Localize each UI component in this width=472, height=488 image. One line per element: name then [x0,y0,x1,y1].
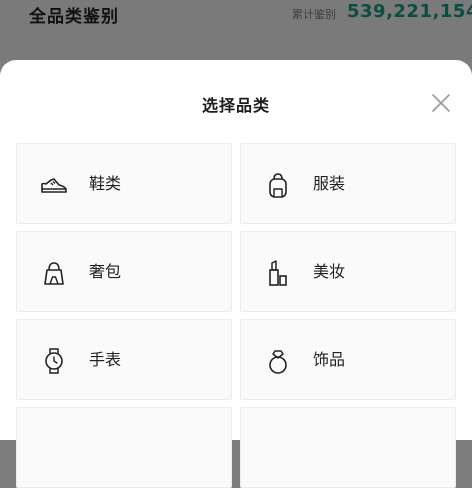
counter-value: 539,221,154 [347,1,472,22]
category-label: 饰品 [313,350,346,369]
category-label: 奢包 [89,262,122,281]
close-button[interactable] [429,91,453,115]
category-card[interactable] [240,407,456,488]
category-card-watches[interactable]: 手表 [16,319,232,400]
category-label: 服装 [313,174,346,193]
category-card-shoes[interactable]: 鞋类 [16,143,232,224]
watch-icon [45,348,63,374]
category-label: 美妆 [313,262,346,281]
category-label: 鞋类 [89,174,122,193]
lipstick-icon [269,260,287,286]
counter-label: 累计鉴别 [292,8,336,21]
category-card-jewelry[interactable]: 饰品 [240,319,456,400]
category-card-luxury-bags[interactable]: 奢包 [16,231,232,312]
sheet-title: 选择品类 [201,96,270,115]
page-title: 全品类鉴别 [29,7,119,27]
ring-icon [269,350,287,374]
category-sheet: 选择品类 鞋类 服装 奢包 美妆 手表 饰品 [0,60,472,488]
backpack-icon [269,173,287,198]
category-label: 手表 [89,350,122,369]
category-card-clothing[interactable]: 服装 [240,143,456,224]
category-card[interactable] [16,407,232,488]
top-bar: 全品类鉴别 累计鉴别 539,221,154 [0,0,472,60]
category-card-cosmetics[interactable]: 美妆 [240,231,456,312]
sneaker-icon [41,178,67,193]
handbag-icon [44,262,64,285]
close-icon [432,94,450,112]
